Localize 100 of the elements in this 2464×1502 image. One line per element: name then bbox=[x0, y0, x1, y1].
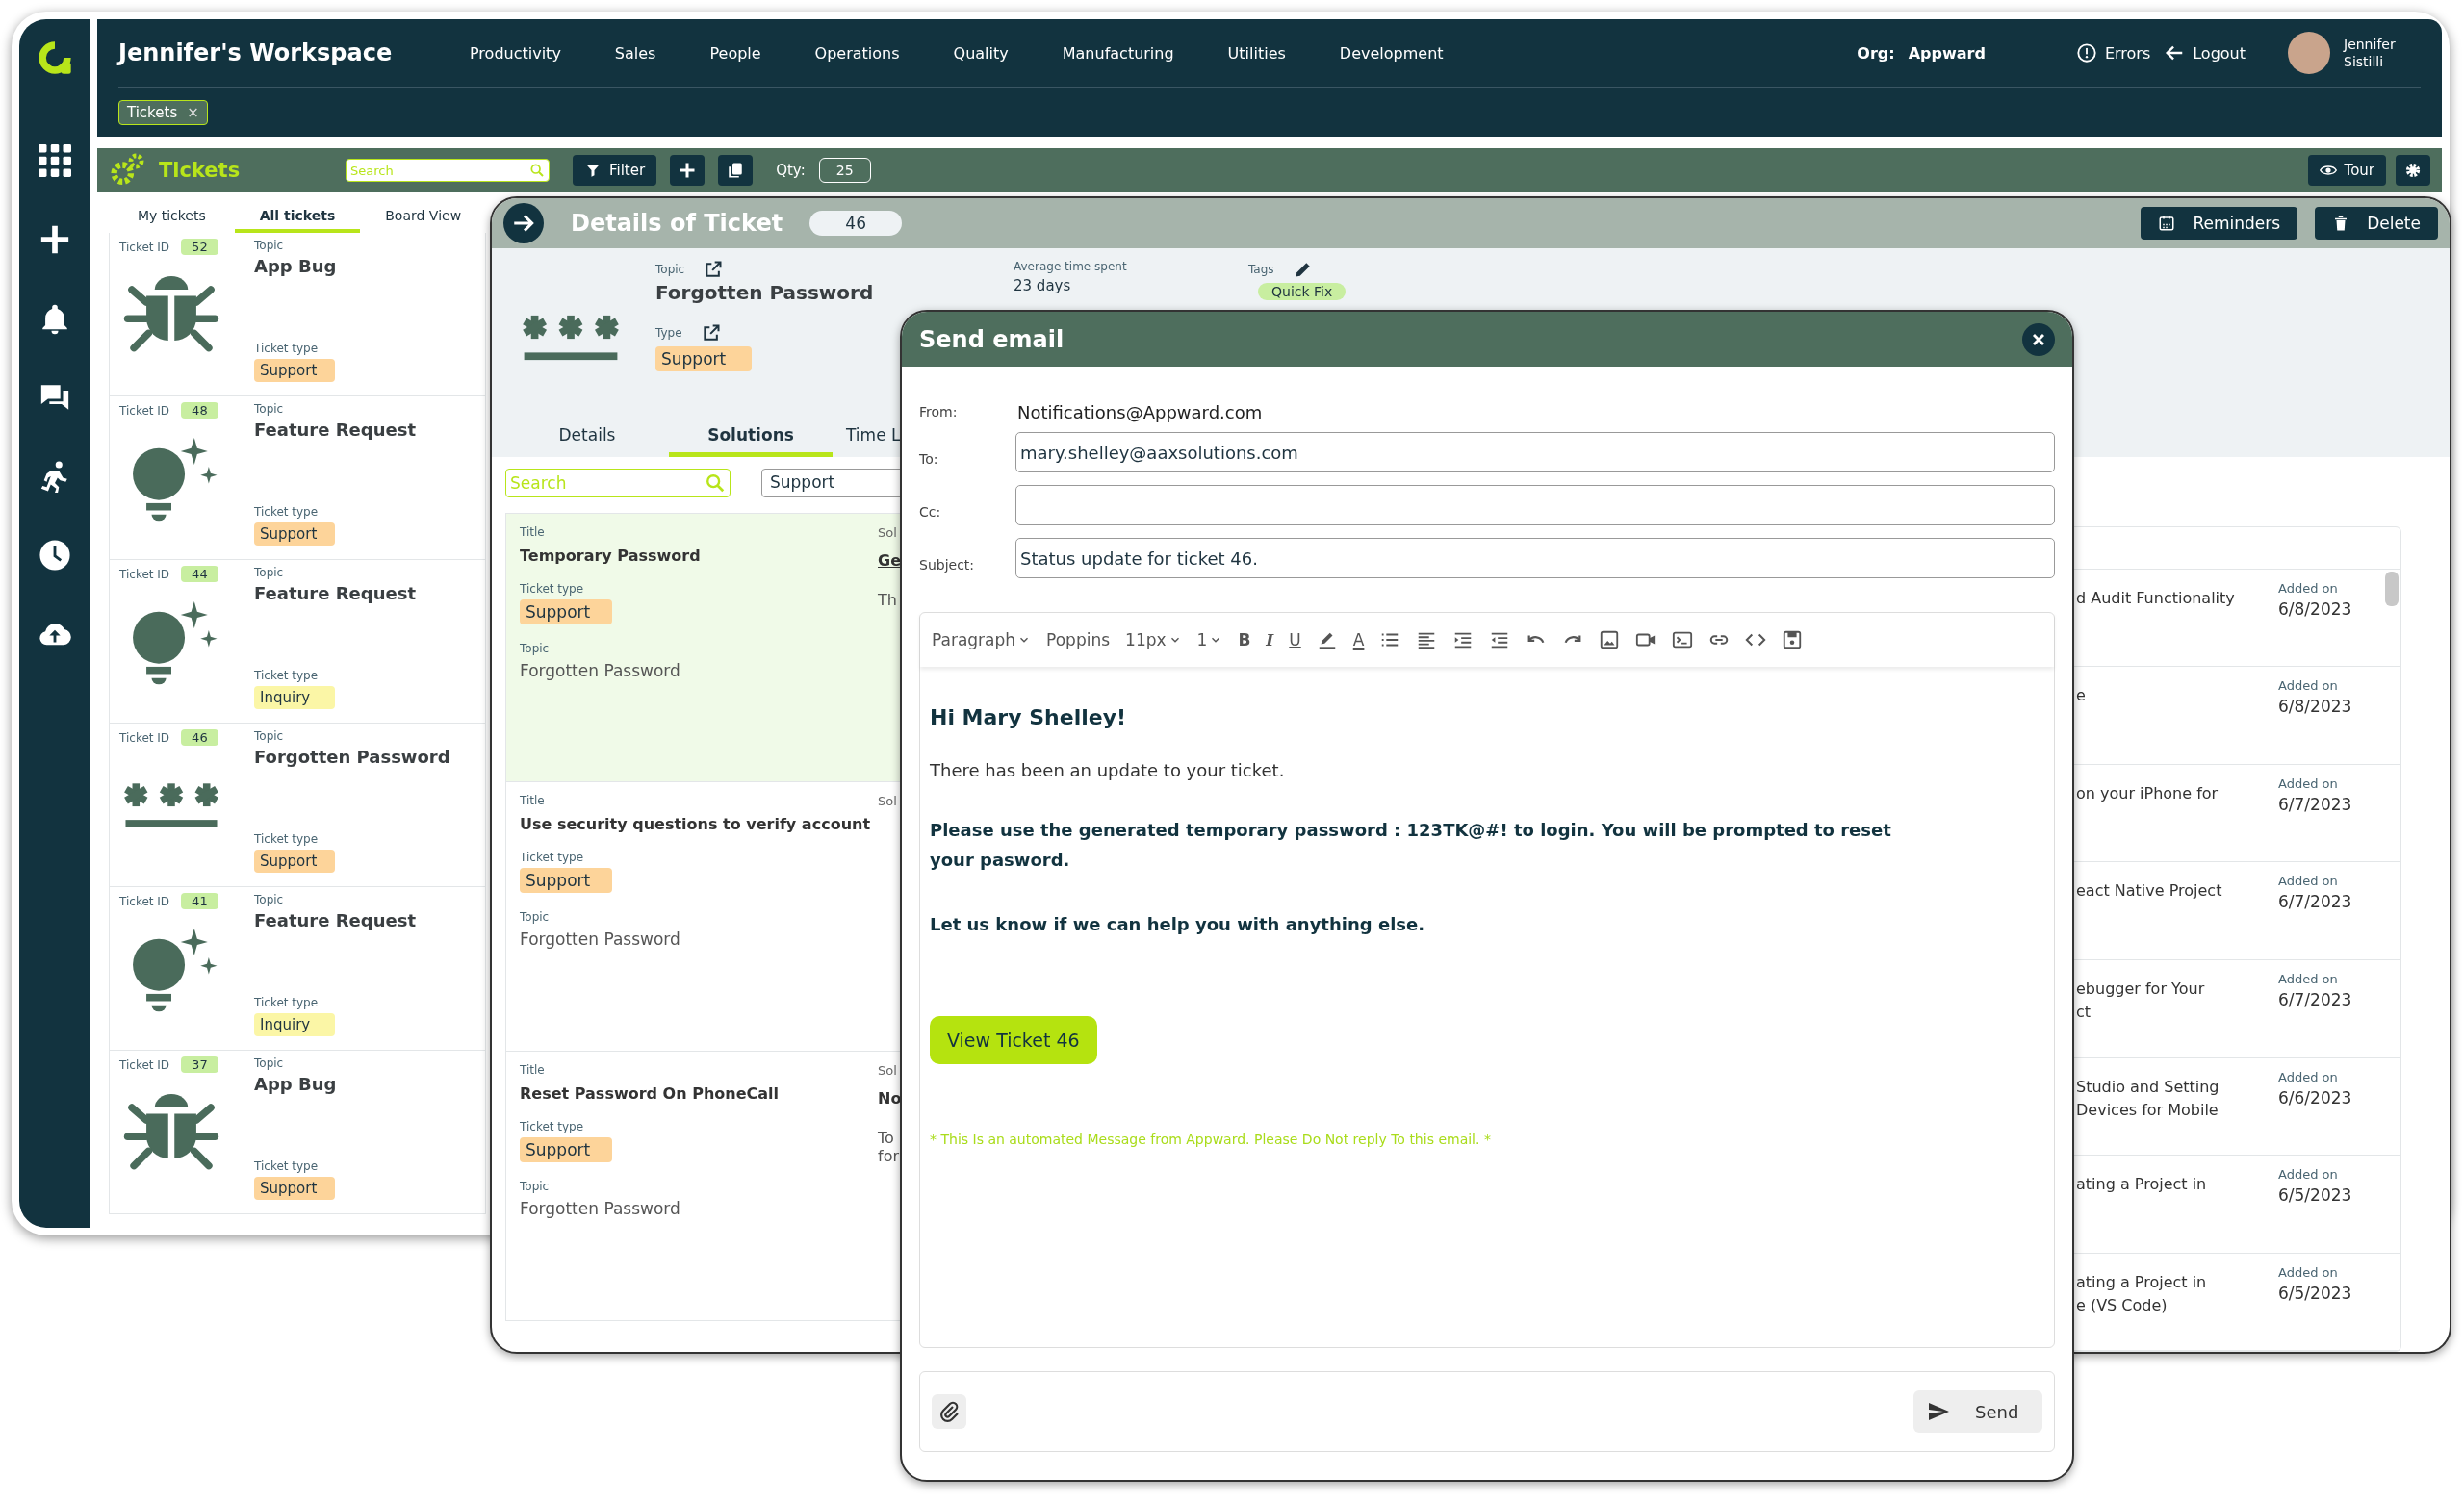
ticket-topic: Feature Request bbox=[254, 910, 417, 930]
added-date: 6/7/2023 bbox=[2278, 990, 2352, 1009]
filter-button[interactable]: Filter bbox=[573, 155, 657, 186]
send-button[interactable]: Send bbox=[1913, 1390, 2042, 1433]
ticket-card[interactable]: Ticket ID 41 Topic Feature Request Ticket type Inquiry bbox=[109, 887, 486, 1051]
plus-icon[interactable] bbox=[38, 223, 71, 256]
pencil-icon[interactable] bbox=[1293, 260, 1313, 279]
alert-icon bbox=[2075, 42, 2097, 64]
avatar[interactable] bbox=[2288, 32, 2330, 74]
added-date: 6/7/2023 bbox=[2278, 794, 2352, 814]
italic-button[interactable]: I bbox=[1266, 630, 1274, 649]
view-ticket-button[interactable]: View Ticket 46 bbox=[930, 1016, 1097, 1064]
filter-icon bbox=[584, 162, 602, 179]
type-badge: Support bbox=[520, 868, 612, 893]
add-button[interactable] bbox=[670, 155, 706, 186]
list-tab[interactable]: All tickets bbox=[234, 208, 361, 233]
field-label: Ticket type bbox=[254, 342, 320, 355]
nav-link[interactable]: Utilities bbox=[1227, 43, 1286, 63]
external-link-icon[interactable] bbox=[701, 323, 721, 343]
ticket-id-badge: 44 bbox=[181, 566, 218, 582]
field-label: Ticket type bbox=[254, 1159, 320, 1173]
clock-icon[interactable] bbox=[38, 539, 71, 572]
resource-title: e bbox=[2076, 685, 2087, 707]
field-label: Topic bbox=[254, 566, 285, 579]
field-label: Added on bbox=[2278, 1069, 2339, 1084]
ticket-card[interactable]: Ticket ID 46 Topic Forgotten Password Ticket type Support bbox=[109, 724, 486, 887]
type-badge: Support bbox=[254, 522, 335, 546]
details-tab[interactable]: Details bbox=[505, 425, 669, 457]
nav-link[interactable]: Development bbox=[1339, 43, 1444, 63]
tour-button[interactable]: Tour bbox=[2307, 155, 2386, 186]
close-button[interactable] bbox=[2022, 322, 2055, 356]
errors-link[interactable]: Errors bbox=[2075, 42, 2151, 64]
external-link-icon[interactable] bbox=[704, 260, 724, 279]
user-name: Jennifer bbox=[2344, 36, 2397, 53]
cc-field[interactable] bbox=[1015, 485, 2055, 525]
field-label: Topic bbox=[520, 642, 551, 655]
toolbar-dropdown[interactable]: 1 bbox=[1196, 630, 1223, 649]
ticket-card[interactable]: Ticket ID 52 Topic App Bug Ticket type Support bbox=[109, 233, 486, 396]
nav-link[interactable]: Sales bbox=[614, 43, 656, 63]
added-date: 6/6/2023 bbox=[2278, 1087, 2352, 1107]
field-label: Sol bbox=[878, 794, 897, 808]
from-address: Notifications@Appward.com bbox=[1016, 400, 1264, 424]
ticket-card[interactable]: Ticket ID 37 Topic App Bug Ticket type Support bbox=[109, 1051, 486, 1214]
details-tab[interactable]: Time L bbox=[833, 425, 904, 457]
scrollbar-thumb[interactable] bbox=[2385, 572, 2399, 606]
solution-text: for bbox=[878, 1147, 899, 1165]
embed-icon[interactable] bbox=[1672, 629, 1694, 650]
image-icon[interactable] bbox=[1599, 629, 1621, 650]
field-label: Ticket type bbox=[520, 1120, 585, 1133]
field-label: Ticket ID bbox=[119, 403, 170, 418]
attach-button[interactable] bbox=[932, 1394, 966, 1429]
ticket-card[interactable]: Ticket ID 44 Topic Feature Request Ticket type Inquiry bbox=[109, 560, 486, 724]
solution-link[interactable]: Ge bbox=[878, 551, 901, 570]
reminders-button[interactable]: Reminders bbox=[2141, 207, 2298, 240]
forward-button[interactable] bbox=[503, 203, 544, 243]
open-tab[interactable]: Tickets × bbox=[118, 99, 208, 125]
field-label: Added on bbox=[2278, 678, 2339, 694]
list-tab[interactable]: My tickets bbox=[109, 208, 235, 233]
field-label: Ticket ID bbox=[119, 567, 170, 581]
field-label: Sol bbox=[878, 525, 897, 540]
nav-link[interactable]: Productivity bbox=[470, 43, 561, 63]
type-badge: Inquiry bbox=[254, 686, 335, 709]
ticket-id-badge: 41 bbox=[181, 893, 218, 909]
delete-button[interactable]: Delete bbox=[2315, 207, 2438, 240]
qty-field[interactable]: 25 bbox=[818, 158, 871, 183]
field-label: Ticket ID bbox=[119, 1057, 170, 1072]
field-label: Added on bbox=[2278, 580, 2339, 596]
underline-button[interactable]: U bbox=[1289, 630, 1301, 649]
font-color-button[interactable]: A bbox=[1352, 630, 1365, 649]
copy-icon bbox=[727, 162, 745, 179]
bold-button[interactable]: B bbox=[1238, 630, 1251, 649]
ticket-id-badge: 48 bbox=[181, 402, 218, 419]
font-family-dropdown[interactable]: Poppins bbox=[1046, 630, 1111, 649]
ticket-topic: App Bug bbox=[254, 256, 338, 276]
subject-field[interactable]: Status update for ticket 46. bbox=[1015, 538, 2055, 578]
type-badge: Support bbox=[254, 850, 335, 873]
nav-link[interactable]: Manufacturing bbox=[1062, 43, 1174, 63]
logout-link[interactable]: Logout bbox=[2164, 42, 2246, 64]
settings-button[interactable] bbox=[2396, 155, 2430, 186]
field-label: Ticket type bbox=[520, 851, 585, 864]
copy-button[interactable] bbox=[718, 155, 754, 186]
nav-link[interactable]: People bbox=[709, 43, 761, 63]
to-field[interactable]: mary.shelley@aaxsolutions.com bbox=[1015, 432, 2055, 472]
list-tab[interactable]: Board View bbox=[360, 208, 486, 233]
added-date: 6/8/2023 bbox=[2278, 598, 2352, 619]
field-label: Ticket type bbox=[254, 832, 320, 846]
average-time: 23 days bbox=[1014, 277, 1072, 294]
toolbar-dropdown[interactable]: 11px bbox=[1125, 630, 1182, 649]
details-tab[interactable]: Solutions bbox=[669, 425, 833, 457]
nav-link[interactable]: Quality bbox=[953, 43, 1009, 63]
field-label: Sol bbox=[878, 1063, 897, 1078]
solution-value: No bbox=[878, 1089, 902, 1107]
close-icon[interactable]: × bbox=[187, 103, 199, 121]
save-icon[interactable] bbox=[1782, 629, 1804, 650]
nav-link[interactable]: Operations bbox=[814, 43, 900, 63]
apps-icon[interactable] bbox=[38, 144, 71, 177]
field-label: Ticket type bbox=[254, 505, 320, 519]
field-label: Type bbox=[655, 326, 682, 340]
tag: Quick Fix bbox=[1258, 283, 1347, 300]
ticket-card[interactable]: Ticket ID 48 Topic Feature Request Ticket type Support bbox=[109, 396, 486, 560]
